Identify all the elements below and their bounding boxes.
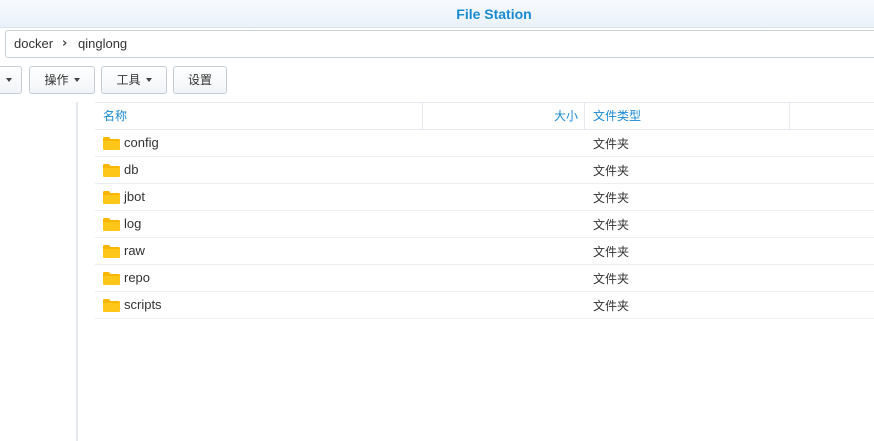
file-row-repo[interactable]: repo 文件夹 (95, 265, 874, 292)
chevron-right-icon: › (62, 36, 68, 51)
file-type: 文件夹 (593, 164, 630, 178)
file-type: 文件夹 (593, 137, 630, 151)
breadcrumb-item-qinglong[interactable]: qinglong (78, 31, 127, 57)
file-row-db[interactable]: db 文件夹 (95, 157, 874, 184)
settings-label: 设置 (187, 73, 212, 87)
folder-icon (103, 272, 120, 285)
file-name: scripts (124, 297, 162, 312)
file-row-log[interactable]: log 文件夹 (95, 211, 874, 238)
folder-icon (103, 299, 120, 312)
file-row-jbot[interactable]: jbot 文件夹 (95, 184, 874, 211)
column-header-type[interactable]: 文件类型 (593, 103, 641, 129)
operations-label: 操作 (44, 73, 69, 87)
caret-down-icon (73, 78, 80, 82)
file-type: 文件夹 (593, 218, 630, 232)
operations-button[interactable]: 操作 (29, 66, 95, 94)
file-row-config[interactable]: config 文件夹 (95, 130, 874, 157)
file-type: 文件夹 (593, 272, 630, 286)
file-name: db (124, 162, 139, 177)
file-name: log (124, 216, 142, 231)
window-title: File Station (456, 6, 532, 22)
file-row-raw[interactable]: raw 文件夹 (95, 238, 874, 265)
caret-down-icon (5, 78, 12, 82)
caret-down-icon (145, 78, 152, 82)
breadcrumb-item-docker[interactable]: docker (14, 31, 53, 57)
column-divider[interactable] (584, 103, 585, 129)
title-bar: File Station (0, 0, 874, 28)
column-header-name[interactable]: 名称 (103, 103, 127, 129)
file-type: 文件夹 (593, 191, 630, 205)
file-name: repo (124, 270, 151, 285)
tools-label: 工具 (116, 73, 141, 87)
column-divider[interactable] (789, 103, 790, 129)
folder-icon (103, 191, 120, 204)
sidebar-resize-handle[interactable] (76, 102, 78, 441)
folder-icon (103, 245, 120, 258)
file-list: config 文件夹 db 文件夹 jbot 文件夹 log 文件夹 raw 文… (95, 130, 874, 319)
toolbar-dropdown-button[interactable] (0, 66, 22, 94)
file-type: 文件夹 (593, 245, 630, 259)
column-header-size[interactable]: 大小 (422, 103, 578, 129)
tools-button[interactable]: 工具 (101, 66, 167, 94)
folder-icon (103, 137, 120, 150)
file-list-header: 名称 大小 文件类型 (95, 102, 874, 130)
file-type: 文件夹 (593, 299, 630, 313)
file-row-scripts[interactable]: scripts 文件夹 (95, 292, 874, 319)
file-name: jbot (124, 189, 145, 204)
file-name: raw (124, 243, 145, 258)
folder-icon (103, 218, 120, 231)
file-name: config (124, 135, 159, 150)
settings-button[interactable]: 设置 (173, 66, 227, 94)
folder-icon (103, 164, 120, 177)
breadcrumb[interactable]: docker › qinglong (5, 30, 874, 58)
